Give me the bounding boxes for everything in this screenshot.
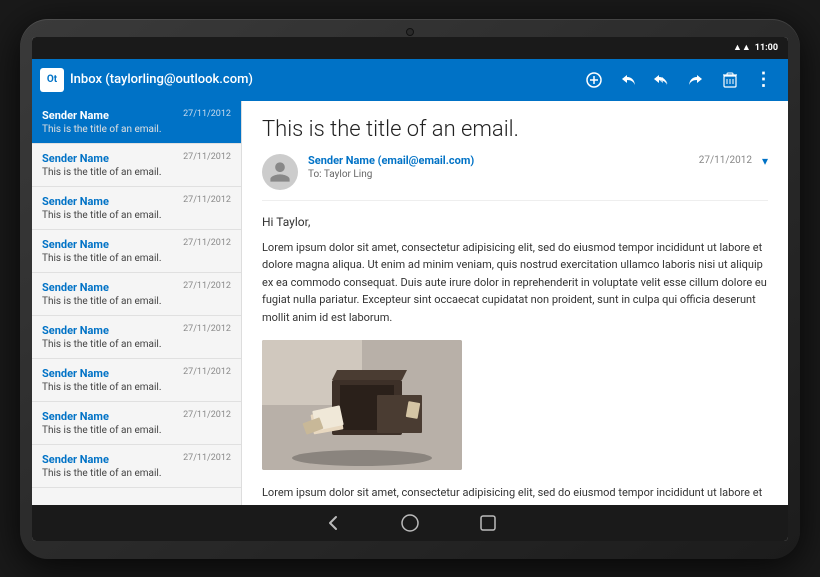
email-subject: This is the title of an email. (42, 382, 231, 393)
email-meta: Sender Name (email@email.com) To: Taylor… (308, 154, 691, 180)
email-sender: Sender Name (42, 367, 109, 380)
email-sender: Sender Name (42, 410, 109, 423)
delete-button[interactable] (714, 64, 746, 96)
email-subject: This is the title of an email. (42, 425, 231, 436)
nav-bar (32, 505, 788, 541)
email-item-header: Sender Name 27/11/2012 (42, 152, 231, 165)
tablet-device: ▲▲ 11:00 Ot Inbox (taylorling@outlook.co… (20, 19, 800, 559)
email-item-header: Sender Name 27/11/2012 (42, 324, 231, 337)
back-button[interactable] (318, 509, 346, 537)
email-subject: This is the title of an email. (42, 468, 231, 479)
email-image-svg (262, 340, 462, 470)
email-item-header: Sender Name 27/11/2012 (42, 109, 231, 122)
email-item-header: Sender Name 27/11/2012 (42, 195, 231, 208)
email-greeting: Hi Taylor, (262, 215, 768, 229)
email-subject: This is the title of an email. (42, 296, 231, 307)
tablet-screen: ▲▲ 11:00 Ot Inbox (taylorling@outlook.co… (32, 37, 788, 541)
sender-avatar (262, 154, 298, 190)
email-date: 27/11/2012 (183, 367, 231, 377)
email-date: 27/11/2012 (183, 195, 231, 205)
toolbar-actions: ⋮ (578, 64, 780, 96)
email-subject: This is the title of an email. (42, 253, 231, 264)
more-button[interactable]: ⋮ (748, 64, 780, 96)
toolbar-left: Ot Inbox (taylorling@outlook.com) (40, 68, 578, 92)
email-detail[interactable]: This is the title of an email. Sender Na… (242, 101, 788, 505)
email-sender: Sender Name (42, 453, 109, 466)
camera (406, 28, 414, 36)
email-item[interactable]: Sender Name 27/11/2012 This is the title… (32, 230, 241, 273)
recents-button[interactable] (474, 509, 502, 537)
email-to: To: Taylor Ling (308, 169, 691, 180)
email-item[interactable]: Sender Name 27/11/2012 This is the title… (32, 144, 241, 187)
email-image (262, 340, 462, 470)
email-sender: Sender Name (42, 109, 109, 122)
email-item[interactable]: Sender Name 27/11/2012 This is the title… (32, 445, 241, 488)
email-subject: This is the title of an email. (42, 339, 231, 350)
add-button[interactable] (578, 64, 610, 96)
email-item[interactable]: Sender Name 27/11/2012 This is the title… (32, 101, 241, 144)
email-subject: This is the title of an email. (42, 124, 231, 135)
email-detail-date: 27/11/2012 (699, 155, 752, 166)
email-item[interactable]: Sender Name 27/11/2012 This is the title… (32, 402, 241, 445)
reply-all-button[interactable] (646, 64, 678, 96)
email-item-header: Sender Name 27/11/2012 (42, 453, 231, 466)
header-right: 27/11/2012 ▾ (691, 154, 768, 168)
email-item-header: Sender Name 27/11/2012 (42, 281, 231, 294)
email-subject: This is the title of an email. (42, 210, 231, 221)
email-date: 27/11/2012 (183, 324, 231, 334)
email-date: 27/11/2012 (183, 453, 231, 463)
email-sender: Sender Name (42, 324, 109, 337)
email-subject: This is the title of an email. (42, 167, 231, 178)
home-icon (401, 514, 419, 532)
email-item[interactable]: Sender Name 27/11/2012 This is the title… (32, 359, 241, 402)
email-item[interactable]: Sender Name 27/11/2012 This is the title… (32, 316, 241, 359)
email-date: 27/11/2012 (183, 238, 231, 248)
outlook-logo: Ot (40, 68, 64, 92)
email-sender: Sender Name (42, 195, 109, 208)
home-button[interactable] (396, 509, 424, 537)
email-detail-title: This is the title of an email. (262, 117, 768, 142)
email-item[interactable]: Sender Name 27/11/2012 This is the title… (32, 187, 241, 230)
app-toolbar: Ot Inbox (taylorling@outlook.com) (32, 59, 788, 101)
chevron-down-icon[interactable]: ▾ (762, 154, 768, 168)
email-date: 27/11/2012 (183, 109, 231, 119)
recents-icon (480, 515, 496, 531)
email-sender: Sender Name (42, 238, 109, 251)
person-icon (268, 160, 292, 184)
wifi-icon: ▲▲ (733, 42, 751, 53)
email-list[interactable]: Sender Name 27/11/2012 This is the title… (32, 101, 242, 505)
email-item-header: Sender Name 27/11/2012 (42, 367, 231, 380)
reply-button[interactable] (612, 64, 644, 96)
email-date: 27/11/2012 (183, 152, 231, 162)
status-time: 11:00 (755, 43, 778, 53)
email-sender: Sender Name (42, 281, 109, 294)
email-date: 27/11/2012 (183, 281, 231, 291)
email-from: Sender Name (email@email.com) (308, 154, 691, 167)
main-content: Sender Name 27/11/2012 This is the title… (32, 101, 788, 505)
email-sender: Sender Name (42, 152, 109, 165)
email-item-header: Sender Name 27/11/2012 (42, 238, 231, 251)
email-body-text-2: Lorem ipsum dolor sit amet, consectetur … (262, 484, 768, 502)
forward-button[interactable] (680, 64, 712, 96)
email-detail-header: Sender Name (email@email.com) To: Taylor… (262, 154, 768, 201)
status-icons: ▲▲ 11:00 (733, 42, 778, 53)
email-item-header: Sender Name 27/11/2012 (42, 410, 231, 423)
status-bar: ▲▲ 11:00 (32, 37, 788, 59)
email-item[interactable]: Sender Name 27/11/2012 This is the title… (32, 273, 241, 316)
toolbar-title: Inbox (taylorling@outlook.com) (70, 72, 253, 87)
back-icon (322, 513, 342, 533)
email-date: 27/11/2012 (183, 410, 231, 420)
email-body-text: Lorem ipsum dolor sit amet, consectetur … (262, 239, 768, 327)
